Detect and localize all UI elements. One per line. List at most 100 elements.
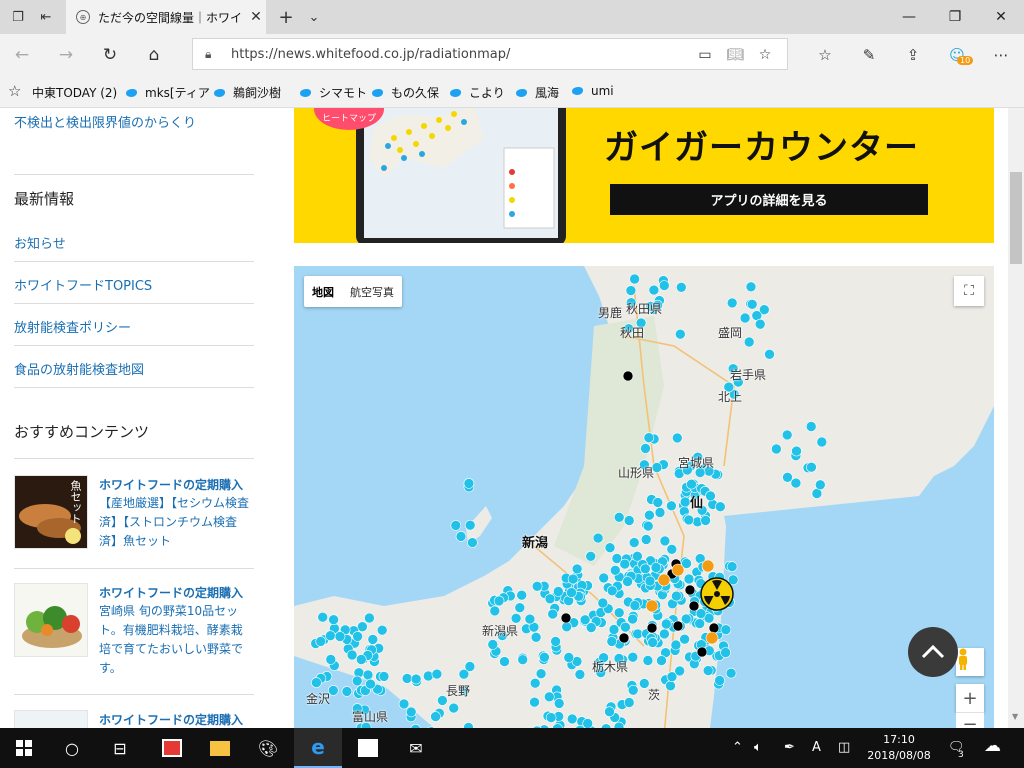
favorite-star-icon[interactable]: ☆ <box>755 45 775 65</box>
measurement-dot[interactable] <box>592 532 604 544</box>
url-text[interactable]: https://news.whitefood.co.jp/radiationma… <box>231 47 510 62</box>
close-window-button[interactable]: ✕ <box>978 0 1024 34</box>
measurement-dot[interactable] <box>684 584 696 596</box>
rec-desc[interactable]: 宮崎県 旬の野菜10品セット。有機肥料栽培、酵素栽培で育てたおいしい野菜です。 <box>99 602 249 678</box>
measurement-dot[interactable] <box>714 501 726 512</box>
geiger-app-banner[interactable]: ヒートマップ ガイガーカウンター アプリの詳細を見る <box>294 108 994 243</box>
measurement-dot[interactable] <box>652 497 664 508</box>
street-view-pegman-icon[interactable] <box>956 648 984 676</box>
measurement-dot[interactable] <box>720 624 732 636</box>
measurement-dot[interactable] <box>574 669 586 680</box>
scroll-to-top-button[interactable] <box>908 627 958 677</box>
measurement-dot[interactable] <box>364 612 375 624</box>
measurement-dot[interactable] <box>725 667 737 679</box>
measurement-dot[interactable] <box>696 646 708 658</box>
home-button[interactable]: ⌂ <box>140 42 168 68</box>
edge-browser-icon[interactable]: e <box>294 728 342 768</box>
measurement-dot[interactable] <box>463 478 475 489</box>
reading-view-icon[interactable]: 📖︎ <box>725 45 745 65</box>
measurement-dot[interactable] <box>672 620 684 632</box>
measurement-dot[interactable] <box>628 537 640 548</box>
measurement-dot[interactable] <box>658 280 670 291</box>
favorites-hub-icon[interactable]: ☆ <box>814 44 836 66</box>
measurement-dot[interactable] <box>315 636 327 647</box>
measurement-dot[interactable] <box>642 655 654 666</box>
measurement-dot[interactable] <box>705 490 716 502</box>
file-explorer-icon[interactable] <box>196 728 244 768</box>
fav-item[interactable]: シマモト <box>298 84 367 101</box>
measurement-dot[interactable] <box>455 531 467 542</box>
measurement-dot[interactable] <box>743 336 755 348</box>
measurement-dot[interactable] <box>806 461 817 473</box>
fav-item[interactable]: こより <box>448 84 505 101</box>
fav-item[interactable]: umi <box>570 84 614 98</box>
new-tab-icon[interactable]: + <box>276 7 296 28</box>
measurement-dot[interactable] <box>489 605 501 617</box>
measurement-dot[interactable] <box>805 421 817 432</box>
measurement-dot[interactable] <box>609 564 621 576</box>
measurement-dot[interactable] <box>623 515 635 526</box>
measurement-dot[interactable] <box>671 432 683 444</box>
measurement-dot[interactable] <box>771 443 782 455</box>
pen-note-icon[interactable]: ✎ <box>858 44 880 66</box>
measurement-dot[interactable] <box>671 590 682 602</box>
measurement-dot[interactable] <box>341 686 353 697</box>
measurement-dot[interactable] <box>464 519 476 531</box>
paint-icon[interactable]: 🎨︎ <box>244 728 292 768</box>
mail-icon[interactable]: ✉ <box>392 728 440 768</box>
nuclear-plant-icon[interactable] <box>700 577 734 611</box>
measurement-dot[interactable] <box>754 318 766 330</box>
measurement-dot[interactable] <box>346 649 358 661</box>
measurement-dot[interactable] <box>816 436 828 448</box>
measurement-dot[interactable] <box>644 509 655 521</box>
rec-title[interactable]: ホワイトフードの定期購入 <box>99 476 243 493</box>
measurement-dot[interactable] <box>622 576 633 587</box>
measurement-dot[interactable] <box>606 585 618 597</box>
measurement-dot[interactable] <box>639 563 651 575</box>
measurement-dot[interactable] <box>467 537 478 548</box>
measurement-dot[interactable] <box>362 669 374 681</box>
measurement-dot[interactable] <box>464 661 476 672</box>
measurement-dot[interactable] <box>613 512 625 523</box>
measurement-dot[interactable] <box>686 478 697 490</box>
measurement-dot[interactable] <box>790 477 802 489</box>
measurement-dot[interactable] <box>582 718 593 729</box>
measurement-dot[interactable] <box>604 706 615 718</box>
back-button[interactable]: ← <box>8 42 36 68</box>
measurement-dot[interactable] <box>514 602 526 614</box>
measurement-dot[interactable] <box>550 636 561 647</box>
system-clock[interactable]: 17:10 2018/08/08 <box>864 732 934 764</box>
measurement-dot[interactable] <box>745 281 757 293</box>
forward-button[interactable]: → <box>52 42 80 68</box>
measurement-dot[interactable] <box>705 631 719 645</box>
measurement-dot[interactable] <box>585 622 597 633</box>
sidebar-link-policy[interactable]: 放射能検査ポリシー <box>14 317 131 336</box>
fav-item[interactable]: 鵜飼沙樹 <box>212 84 281 101</box>
measurement-dot[interactable] <box>683 514 695 526</box>
measurement-dot[interactable] <box>623 697 635 708</box>
measurement-dot[interactable] <box>660 618 672 630</box>
measurement-dot[interactable] <box>552 586 564 597</box>
measurement-dot[interactable] <box>560 612 572 624</box>
fav-item[interactable]: 風海 <box>514 84 559 101</box>
measurement-dot[interactable] <box>656 655 667 666</box>
share-icon[interactable]: ⇪ <box>902 44 924 66</box>
measurement-dot[interactable] <box>764 349 775 360</box>
rec-title[interactable]: ホワイトフードの定期購入 <box>99 711 243 728</box>
measurement-dot[interactable] <box>563 652 575 663</box>
measurement-dot[interactable] <box>401 673 413 684</box>
ime-mode-indicator[interactable]: A <box>812 740 821 755</box>
vegetable-set-thumbnail[interactable] <box>14 583 88 657</box>
measurement-dot[interactable] <box>405 706 417 718</box>
measurement-dot[interactable] <box>606 636 618 647</box>
measurement-dot[interactable] <box>688 600 700 612</box>
fav-item[interactable]: 中東TODAY (2) <box>32 84 117 101</box>
restore-button[interactable]: ❐ <box>932 0 978 34</box>
radiation-map[interactable]: 男鹿 秋田県 秋田 盛岡 岩手県 北上 山形県 宮城県 仙 新潟 新潟県 栃木県… <box>294 266 994 728</box>
measurement-dot[interactable] <box>448 702 459 714</box>
start-button[interactable] <box>0 728 48 768</box>
measurement-dot[interactable] <box>627 684 639 696</box>
tab-list-chevron-icon[interactable]: ⌄ <box>304 7 324 27</box>
measurement-dot[interactable] <box>450 520 462 531</box>
cortana-search-button[interactable]: ○ <box>48 728 96 768</box>
